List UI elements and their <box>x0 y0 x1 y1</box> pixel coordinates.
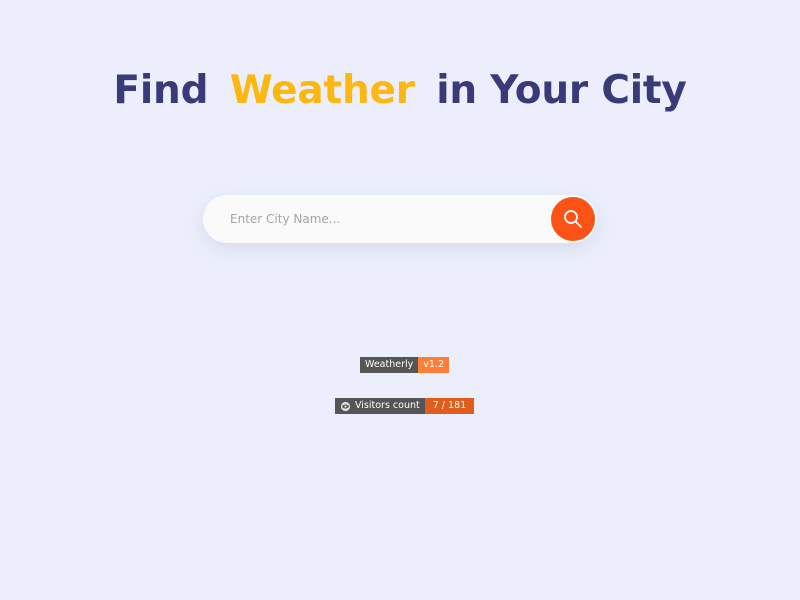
city-search-input[interactable] <box>203 195 543 243</box>
headline-part-find: Find <box>113 68 209 113</box>
headline-accent-weather: Weather <box>229 68 415 113</box>
visitors-count-badge[interactable]: Visitors count 7 / 181 <box>335 398 475 414</box>
visitors-badge-label: Visitors count <box>355 400 420 411</box>
eye-icon <box>340 401 351 411</box>
version-badge[interactable]: Weatherly v1.2 <box>360 357 449 373</box>
visitors-badge-value: 7 / 181 <box>424 398 475 414</box>
headline-part-city: in Your City <box>436 68 687 113</box>
search-icon <box>564 210 582 228</box>
visitors-badge-left: Visitors count <box>335 398 425 414</box>
search-button[interactable] <box>551 197 595 241</box>
version-badge-value: v1.2 <box>418 357 449 373</box>
version-badge-label: Weatherly <box>360 357 419 373</box>
page-title: Find Weather in Your City <box>0 66 800 116</box>
search-bar <box>203 195 597 243</box>
